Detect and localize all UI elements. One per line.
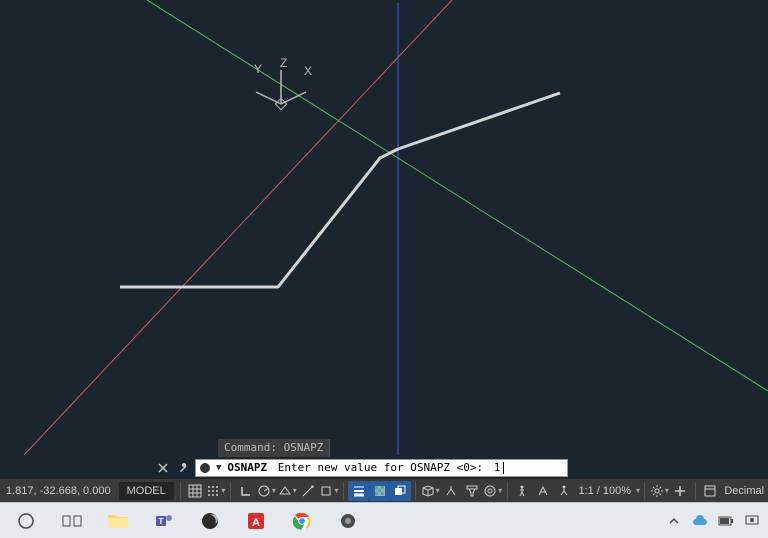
- selection-cycling-icon[interactable]: [390, 481, 411, 501]
- tray-cloud-icon[interactable]: [690, 511, 710, 531]
- tray-battery-icon[interactable]: [716, 511, 736, 531]
- command-input[interactable]: ▼ OSNAPZ Enter new value for OSNAPZ <0>:…: [195, 459, 568, 477]
- file-explorer-icon[interactable]: [96, 505, 140, 537]
- cortana-icon[interactable]: [4, 505, 48, 537]
- dynamic-ucs-icon[interactable]: [441, 481, 462, 501]
- tray-gpu-icon[interactable]: [742, 511, 762, 531]
- command-value: 1: [494, 461, 501, 475]
- command-line-row: ▼ OSNAPZ Enter new value for OSNAPZ <0>:…: [0, 458, 768, 478]
- lineweight-icon[interactable]: [348, 481, 369, 501]
- coordinates-readout[interactable]: 1.817, -32.668, 0.000: [0, 485, 117, 497]
- isodraft-icon[interactable]: ▾: [277, 481, 298, 501]
- ortho-icon[interactable]: [235, 481, 256, 501]
- command-name: OSNAPZ: [227, 461, 267, 475]
- ucs-y-label: Y: [254, 62, 262, 76]
- chrome-icon[interactable]: [280, 505, 324, 537]
- windows-taskbar: T A: [0, 502, 768, 538]
- drawing-canvas[interactable]: Y Z X Command: OSNAPZ: [0, 0, 768, 458]
- units-readout[interactable]: Decimal: [720, 485, 768, 497]
- command-history-line: Command: OSNAPZ: [218, 439, 330, 457]
- annotation-icon[interactable]: [533, 481, 554, 501]
- ucs-z-label: Z: [280, 56, 287, 70]
- quickprops-icon[interactable]: [699, 481, 720, 501]
- autocad-icon[interactable]: A: [234, 505, 278, 537]
- command-prompt-text: Enter new value for OSNAPZ <0>:: [278, 461, 483, 475]
- dropdown-icon[interactable]: ▼: [216, 461, 221, 475]
- ucs-x-label: X: [304, 64, 312, 78]
- annotation-scale-icon[interactable]: [554, 481, 575, 501]
- gizmo-icon[interactable]: ▾: [482, 481, 503, 501]
- svg-text:A: A: [252, 517, 260, 529]
- plus-icon[interactable]: [670, 481, 691, 501]
- teams-icon[interactable]: T: [142, 505, 186, 537]
- scale-readout[interactable]: 1:1 / 100%: [574, 485, 635, 497]
- grid-icon[interactable]: [185, 481, 206, 501]
- ucs-icon: [246, 62, 768, 458]
- 3dosnap-icon[interactable]: ▾: [420, 481, 441, 501]
- tray-chevron-icon[interactable]: [664, 511, 684, 531]
- text-cursor: [503, 462, 504, 474]
- osnap-icon[interactable]: ▾: [319, 481, 340, 501]
- model-space-button[interactable]: MODEL: [119, 482, 174, 500]
- command-prompt-icon: [200, 463, 210, 473]
- polar-icon[interactable]: ▾: [256, 481, 277, 501]
- close-icon[interactable]: [155, 460, 171, 476]
- obs-icon[interactable]: [188, 505, 232, 537]
- selection-filter-icon[interactable]: [461, 481, 482, 501]
- walk-icon[interactable]: [512, 481, 533, 501]
- gear-icon[interactable]: ▾: [649, 481, 670, 501]
- wrench-icon[interactable]: [175, 460, 191, 476]
- snap-icon[interactable]: ▾: [205, 481, 226, 501]
- app-icon[interactable]: [326, 505, 370, 537]
- autosnap-icon[interactable]: [298, 481, 319, 501]
- task-view-icon[interactable]: [50, 505, 94, 537]
- svg-text:T: T: [159, 517, 164, 526]
- transparency-icon[interactable]: [369, 481, 390, 501]
- status-bar: 1.817, -32.668, 0.000 MODEL ▾ ▾ ▾ ▾ ▾ ▾: [0, 478, 768, 502]
